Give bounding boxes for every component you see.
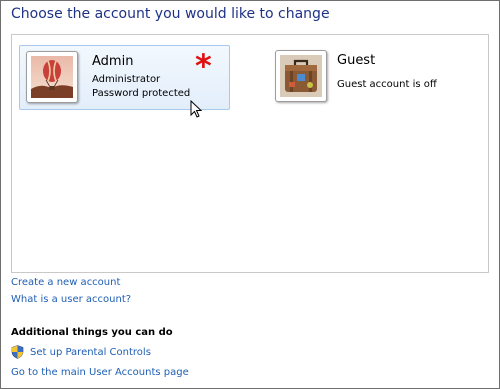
account-picture-admin [26, 51, 78, 103]
account-type-admin: Administrator [92, 74, 161, 85]
account-name-admin: Admin [92, 54, 134, 69]
account-status-guest: Guest account is off [337, 79, 437, 90]
mouse-pointer-icon [190, 100, 202, 118]
hot-air-balloon-icon [31, 56, 73, 98]
main-user-accounts-link[interactable]: Go to the main User Accounts page [11, 367, 189, 378]
account-name-guest: Guest [337, 53, 376, 68]
parental-controls-link[interactable]: Set up Parental Controls [30, 347, 151, 358]
suitcase-icon [280, 55, 322, 97]
uac-shield-icon [11, 345, 24, 359]
page-title: Choose the account you would like to cha… [11, 6, 330, 22]
account-tile-guest[interactable]: Guest Guest account is off [269, 45, 469, 108]
create-account-link[interactable]: Create a new account [11, 277, 120, 288]
what-is-account-link[interactable]: What is a user account? [11, 294, 131, 305]
account-status-admin: Password protected [92, 88, 191, 99]
annotation-asterisk: * [195, 47, 212, 85]
accounts-panel: Admin Administrator Password protected G… [11, 34, 489, 273]
additional-things-heading: Additional things you can do [11, 327, 173, 338]
account-picture-guest [275, 50, 327, 102]
